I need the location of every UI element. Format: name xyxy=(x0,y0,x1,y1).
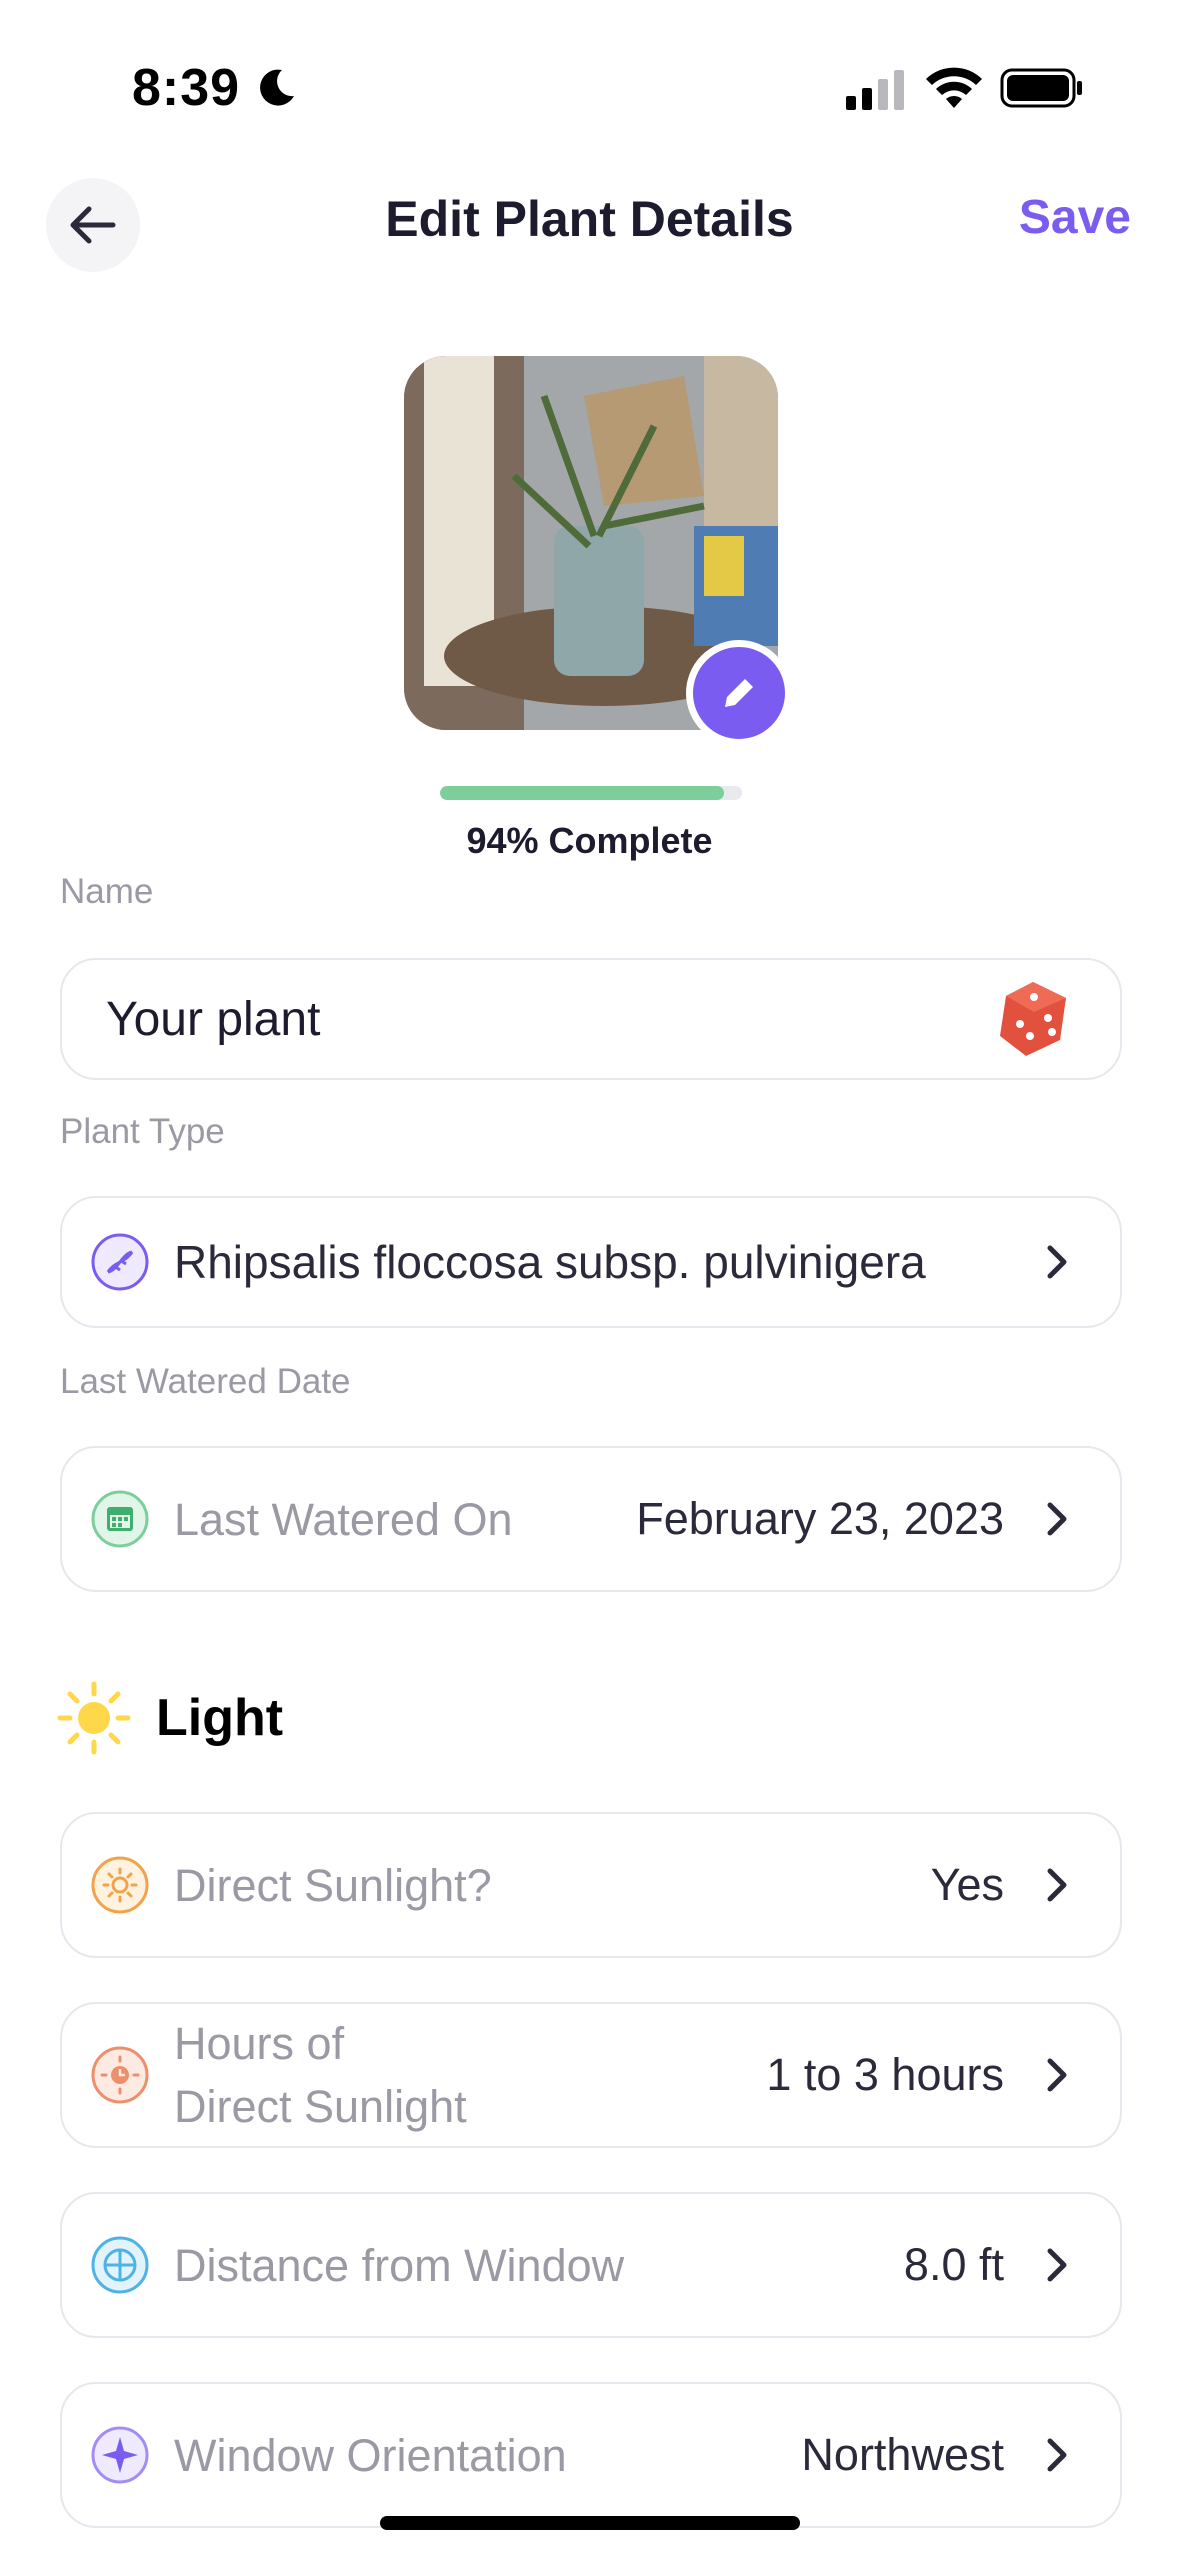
hours-direct-sunlight-label-line: Hours of xyxy=(174,2018,345,2069)
calendar-icon xyxy=(91,1490,149,1548)
plant-type-value: Rhipsalis floccosa subsp. pulvinigera xyxy=(174,1236,926,1288)
moon-icon xyxy=(260,69,294,106)
save-button[interactable]: Save xyxy=(1019,190,1131,245)
completion-progress-fill xyxy=(440,786,724,800)
last-watered-field-label: Last Watered On xyxy=(174,1493,513,1545)
window-orientation-label: Window Orientation xyxy=(174,2429,567,2481)
status-bar: 8:39 xyxy=(0,0,1179,170)
pencil-icon xyxy=(725,679,753,707)
distance-from-window-value: 8.0 ft xyxy=(903,2239,1004,2290)
direct-sunlight-value: Yes xyxy=(930,1859,1004,1910)
compass-icon xyxy=(91,2426,149,2484)
sun-clock-icon xyxy=(91,2046,149,2104)
completion-label: 94% Complete xyxy=(466,820,713,861)
wifi-icon xyxy=(926,67,982,108)
name-input[interactable]: Your plant xyxy=(106,992,320,1047)
dna-icon xyxy=(91,1233,149,1291)
dice-icon[interactable] xyxy=(990,976,1076,1062)
name-label: Name xyxy=(60,872,154,911)
last-watered-value: February 23, 2023 xyxy=(636,1493,1004,1544)
distance-from-window-label: Distance from Window xyxy=(174,2239,625,2291)
window-orientation-value: Northwest xyxy=(801,2429,1004,2480)
chevron-right-icon xyxy=(1047,2248,1067,2282)
hours-direct-sunlight-field[interactable]: Hours of Direct Sunlight 1 to 3 hours xyxy=(60,2002,1122,2148)
home-indicator xyxy=(380,2516,800,2530)
direct-sunlight-label: Direct Sunlight? xyxy=(174,1859,492,1911)
edit-photo-button[interactable] xyxy=(686,640,792,746)
sun-icon xyxy=(57,1681,131,1755)
hours-direct-sunlight-label: Hours of Direct Sunlight xyxy=(174,2012,467,2138)
last-watered-label: Last Watered Date xyxy=(60,1362,351,1401)
hours-direct-sunlight-value: 1 to 3 hours xyxy=(766,2049,1004,2100)
name-field[interactable]: Your plant xyxy=(60,958,1122,1080)
status-time: 8:39 xyxy=(132,59,241,117)
chevron-right-icon xyxy=(1047,2438,1067,2472)
chevron-right-icon xyxy=(1047,1245,1067,1279)
window-orientation-field[interactable]: Window Orientation Northwest xyxy=(60,2382,1122,2528)
chevron-right-icon xyxy=(1047,1868,1067,1902)
page-title: Edit Plant Details xyxy=(385,191,794,247)
distance-from-window-field[interactable]: Distance from Window 8.0 ft xyxy=(60,2192,1122,2338)
plant-type-field[interactable]: Rhipsalis floccosa subsp. pulvinigera xyxy=(60,1196,1122,1328)
hours-direct-sunlight-label-line: Direct Sunlight xyxy=(174,2081,467,2132)
chevron-right-icon xyxy=(1047,2058,1067,2092)
sun-outline-icon xyxy=(91,1856,149,1914)
light-section-title: Light xyxy=(156,1689,284,1747)
signal-icon xyxy=(846,70,904,110)
chevron-right-icon xyxy=(1047,1502,1067,1536)
plant-type-label: Plant Type xyxy=(60,1112,225,1151)
window-icon xyxy=(91,2236,149,2294)
battery-icon xyxy=(1000,68,1082,108)
light-section-header: Light xyxy=(56,1680,283,1756)
completion-progress-bar xyxy=(440,786,742,800)
direct-sunlight-field[interactable]: Direct Sunlight? Yes xyxy=(60,1812,1122,1958)
last-watered-field[interactable]: Last Watered On February 23, 2023 xyxy=(60,1446,1122,1592)
